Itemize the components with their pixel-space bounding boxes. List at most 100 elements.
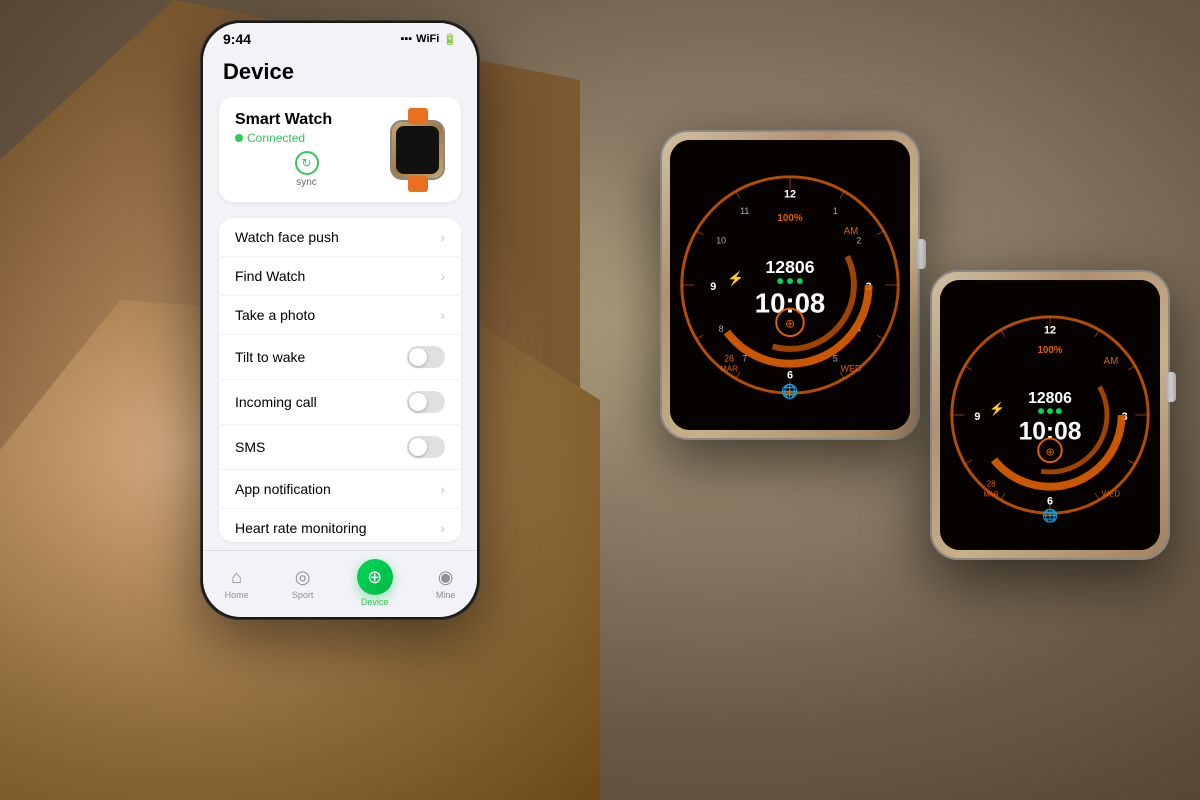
menu-label: SMS [235, 439, 265, 455]
device-info: Smart Watch Connected ↻ sync [235, 111, 378, 188]
watch-2-crown [1166, 372, 1176, 402]
svg-text:10:08: 10:08 [755, 288, 825, 319]
menu-find-watch[interactable]: Find Watch › [219, 257, 461, 296]
watches-area: 12 3 6 9 1 2 4 5 7 8 10 11 [580, 0, 1200, 800]
watch-thumbnail [390, 120, 445, 180]
watch-2-strap-top [978, 230, 1122, 275]
menu-heart-rate[interactable]: Heart rate monitoring › [219, 509, 461, 542]
svg-text:⚡: ⚡ [989, 401, 1005, 417]
svg-text:28: 28 [724, 354, 734, 364]
menu-watch-face[interactable]: Watch face push › [219, 218, 461, 257]
svg-text:🌐: 🌐 [781, 383, 798, 400]
tab-home-label: Home [225, 590, 249, 600]
tab-device-label: Device [361, 597, 389, 607]
wifi-icon: WiFi [416, 33, 439, 45]
svg-text:⊕: ⊕ [785, 316, 795, 330]
device-name: Smart Watch [235, 111, 378, 129]
svg-text:MAR: MAR [720, 365, 738, 374]
battery-icon: 🔋 [443, 33, 457, 46]
watch-orange-band: 12 3 6 9 100% 12806 10:08 ⚡ [930, 270, 1170, 560]
menu-section: Watch face push › Find Watch › Take a ph… [219, 218, 461, 542]
watch-1-svg: 12 3 6 9 1 2 4 5 7 8 10 11 [670, 140, 910, 430]
svg-text:9: 9 [710, 281, 716, 293]
sync-icon: ↻ [295, 151, 319, 175]
watch-2-svg: 12 3 6 9 100% 12806 10:08 ⚡ [940, 280, 1160, 550]
menu-take-photo[interactable]: Take a photo › [219, 296, 461, 335]
svg-text:AM: AM [844, 226, 859, 237]
device-status: Connected [235, 131, 378, 145]
watch-1-crown [916, 239, 926, 269]
page-title: Device [223, 59, 457, 85]
svg-text:6: 6 [1047, 495, 1053, 507]
watch-2-strap-bottom [978, 555, 1122, 605]
tab-sport-label: Sport [292, 590, 314, 600]
status-time: 9:44 [223, 31, 251, 47]
profile-icon: ◉ [438, 567, 454, 588]
menu-sms[interactable]: SMS [219, 425, 461, 470]
svg-text:⚡: ⚡ [727, 270, 744, 287]
svg-text:10:08: 10:08 [1019, 419, 1082, 446]
menu-label: Heart rate monitoring [235, 520, 367, 536]
svg-text:1: 1 [833, 206, 838, 216]
menu-incoming-call[interactable]: Incoming call [219, 380, 461, 425]
watch-1-body: 12 3 6 9 1 2 4 5 7 8 10 11 [660, 130, 920, 440]
watch-2-screen: 12 3 6 9 100% 12806 10:08 ⚡ [940, 280, 1160, 550]
chevron-right-icon: › [440, 520, 445, 536]
device-card: Smart Watch Connected ↻ sync [219, 97, 461, 202]
svg-text:WED: WED [1102, 490, 1121, 499]
menu-label: App notification [235, 481, 331, 497]
app-header: Device [203, 51, 477, 89]
svg-text:28: 28 [987, 480, 996, 489]
svg-text:MAR: MAR [983, 492, 998, 499]
menu-label: Take a photo [235, 307, 315, 323]
chevron-right-icon: › [440, 481, 445, 497]
chevron-right-icon: › [440, 268, 445, 284]
sms-toggle[interactable] [407, 436, 445, 458]
svg-text:11: 11 [740, 206, 749, 216]
tilt-wake-toggle[interactable] [407, 346, 445, 368]
sync-label: sync [296, 177, 317, 188]
tab-home[interactable]: ⌂ Home [225, 567, 249, 600]
chevron-right-icon: › [440, 307, 445, 323]
svg-text:6: 6 [787, 369, 793, 381]
connection-status: Connected [247, 131, 305, 145]
svg-text:8: 8 [719, 324, 724, 334]
svg-text:12: 12 [1044, 324, 1056, 336]
status-icons: ▪▪▪ WiFi 🔋 [400, 33, 457, 46]
tab-bar: ⌂ Home ◎ Sport ⊕ Device ◉ Mine [203, 550, 477, 617]
watch-1-case: 12 3 6 9 1 2 4 5 7 8 10 11 [660, 130, 920, 440]
watch-1-strap-bottom [712, 435, 868, 490]
tab-sport[interactable]: ◎ Sport [292, 567, 314, 600]
menu-label: Incoming call [235, 394, 317, 410]
watch-2-body: 12 3 6 9 100% 12806 10:08 ⚡ [930, 270, 1170, 560]
svg-text:10: 10 [716, 236, 726, 246]
menu-label: Find Watch [235, 268, 305, 284]
menu-app-notification[interactable]: App notification › [219, 470, 461, 509]
svg-text:🌐: 🌐 [1042, 508, 1058, 523]
svg-text:12806: 12806 [1028, 390, 1072, 407]
watch-2-face: 12 3 6 9 100% 12806 10:08 ⚡ [940, 280, 1160, 550]
thumbnail-strap-bottom [408, 176, 428, 192]
home-icon: ⌂ [231, 567, 242, 588]
phone-screen: 9:44 ▪▪▪ WiFi 🔋 Device Smart Watch Conne… [203, 23, 477, 617]
sport-icon: ◎ [295, 567, 311, 588]
thumbnail-strap-top [408, 108, 428, 124]
incoming-call-toggle[interactable] [407, 391, 445, 413]
svg-text:100%: 100% [777, 213, 802, 224]
sync-button[interactable]: ↻ sync [235, 151, 378, 188]
svg-text:9: 9 [974, 411, 980, 423]
menu-tilt-wake[interactable]: Tilt to wake [219, 335, 461, 380]
svg-text:⊕: ⊕ [1045, 446, 1054, 458]
connected-dot [235, 134, 243, 142]
watch-2-case: 12 3 6 9 100% 12806 10:08 ⚡ [930, 270, 1170, 560]
tab-device[interactable]: ⊕ Device [357, 559, 393, 607]
svg-text:AM: AM [1104, 356, 1119, 367]
menu-label: Tilt to wake [235, 349, 305, 365]
phone-device: 9:44 ▪▪▪ WiFi 🔋 Device Smart Watch Conne… [200, 20, 480, 620]
tab-mine[interactable]: ◉ Mine [436, 567, 456, 600]
status-bar: 9:44 ▪▪▪ WiFi 🔋 [203, 23, 477, 51]
svg-text:2: 2 [856, 236, 861, 246]
menu-label: Watch face push [235, 229, 339, 245]
signal-icon: ▪▪▪ [400, 33, 412, 45]
watch-1-strap-top [712, 85, 868, 135]
